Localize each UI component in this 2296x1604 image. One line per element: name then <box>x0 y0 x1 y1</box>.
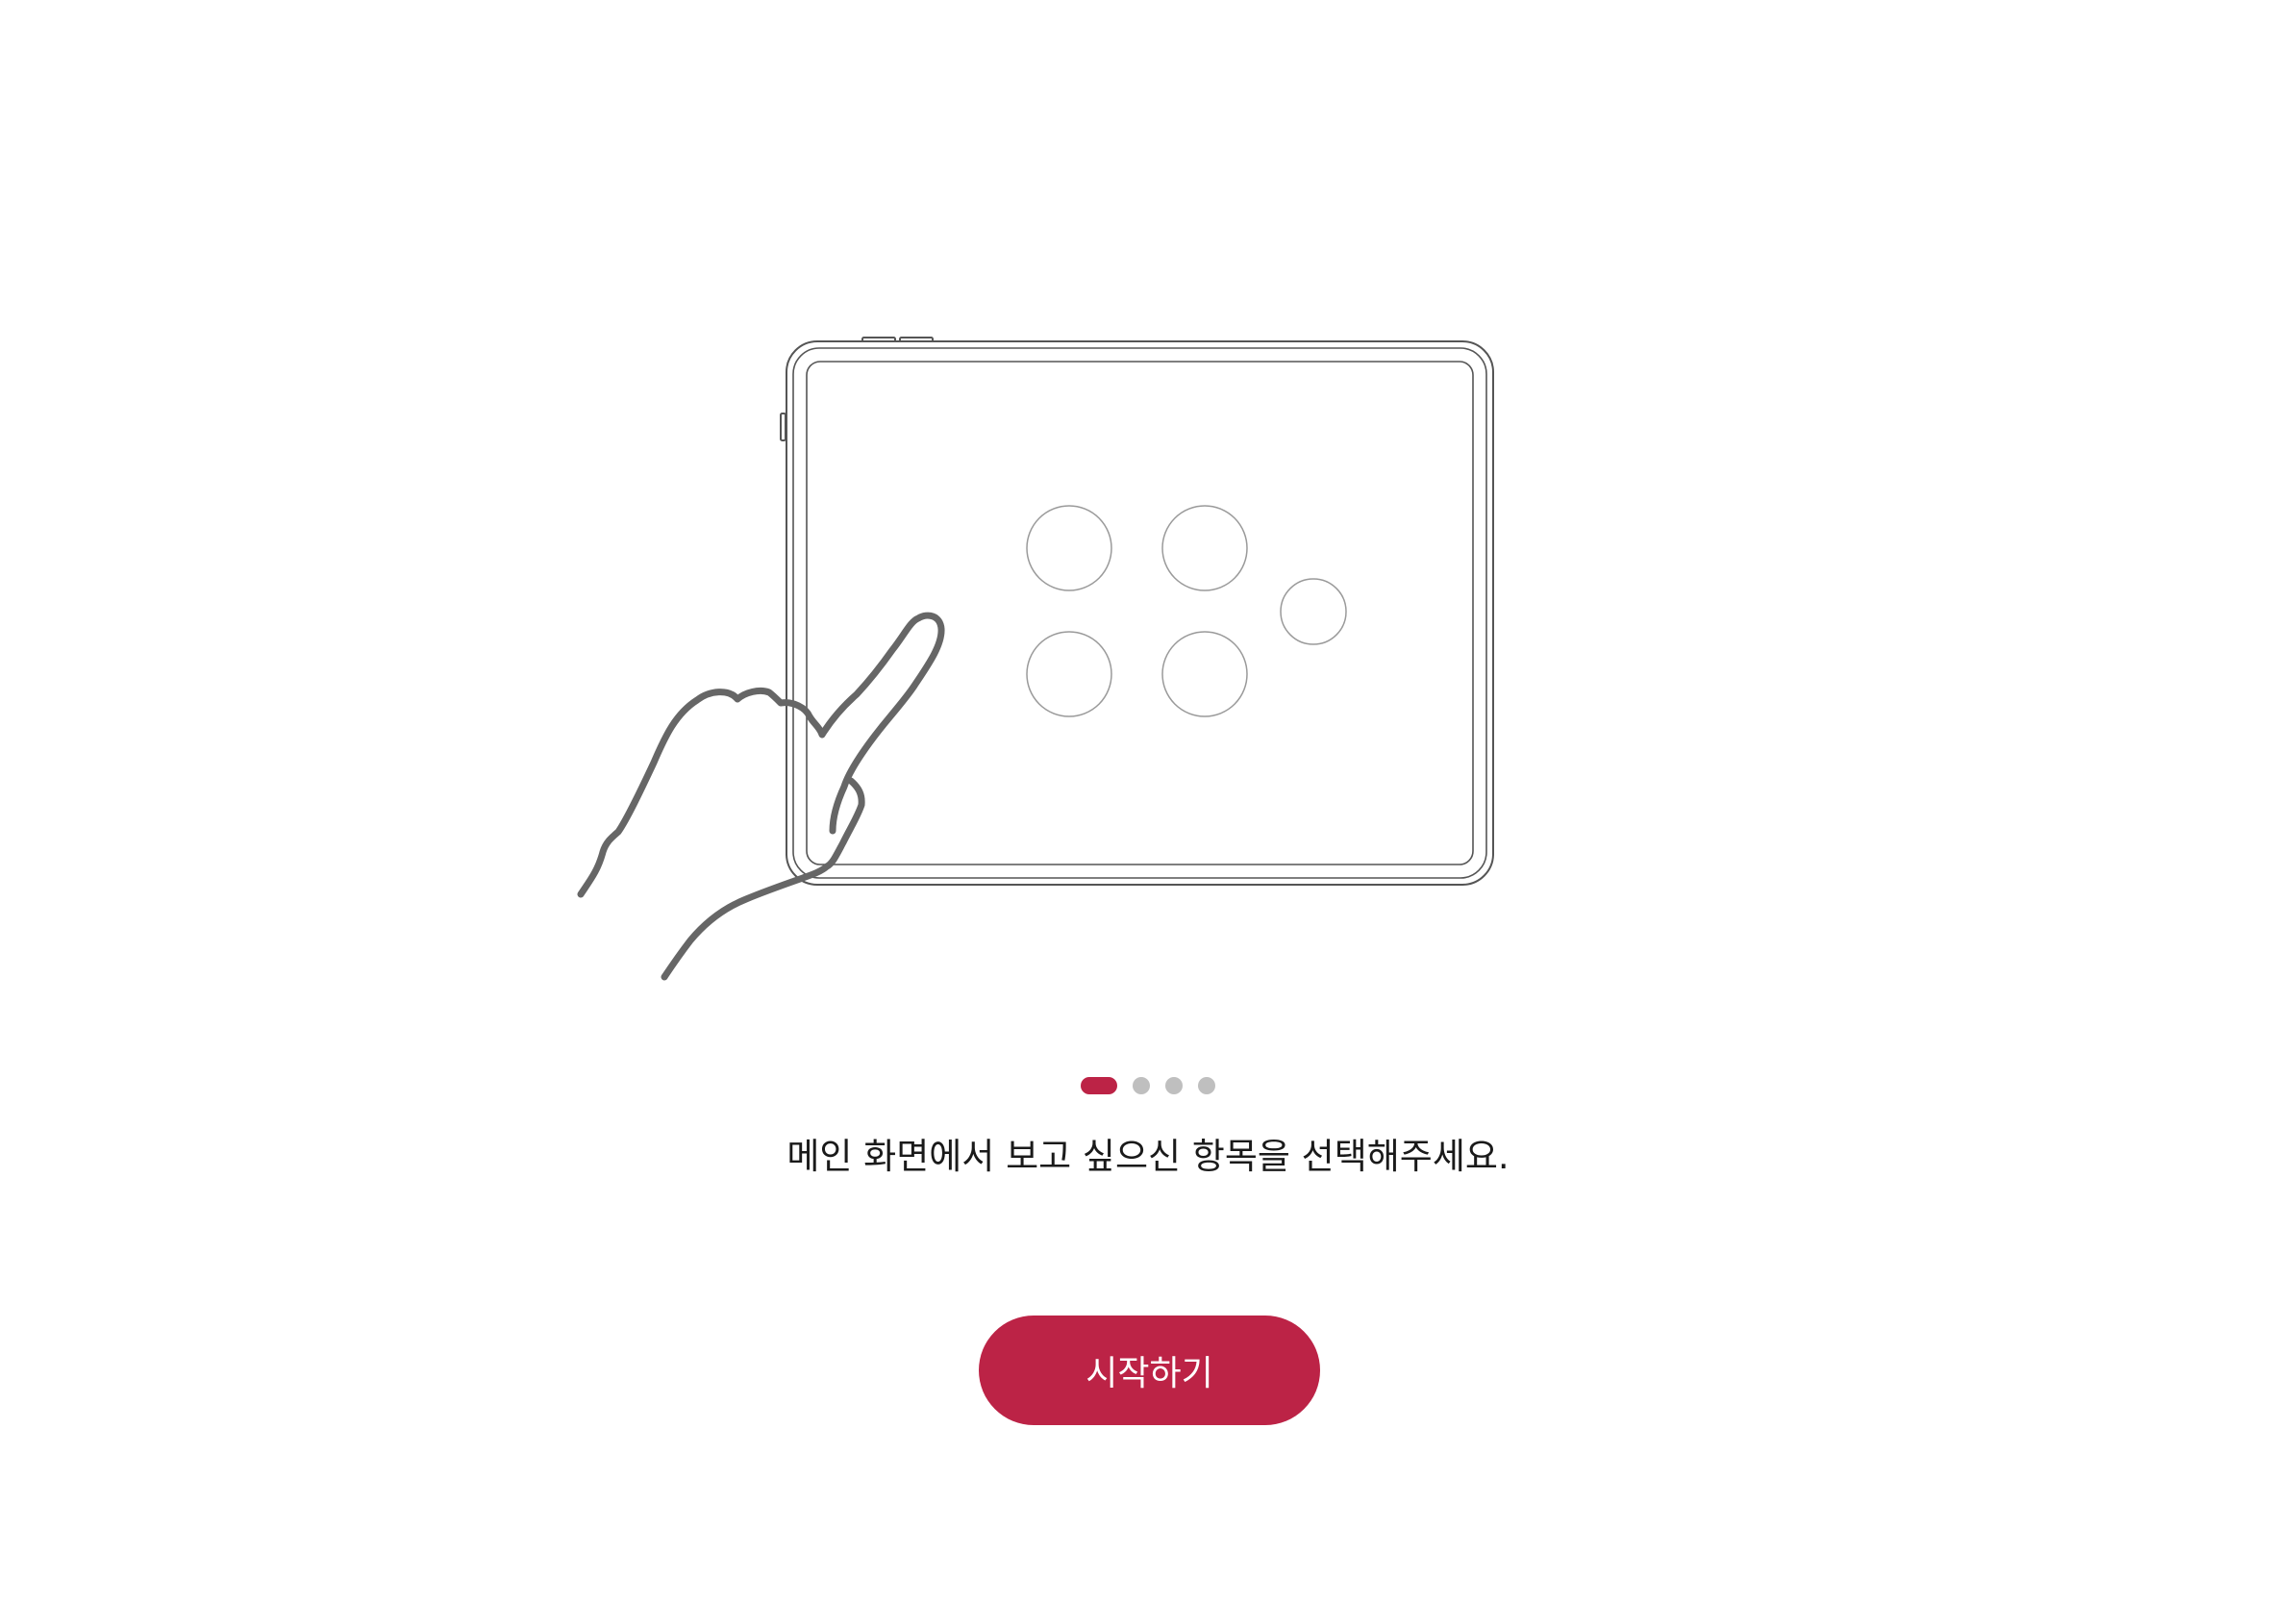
onboarding-screen: 메인 화면에서 보고 싶으신 항목을 선택해주세요. 시작하기 <box>0 0 2296 1604</box>
start-button[interactable]: 시작하기 <box>979 1316 1320 1425</box>
tablet-screen <box>806 361 1474 865</box>
start-button-label: 시작하기 <box>1086 1354 1213 1393</box>
onboarding-message: 메인 화면에서 보고 싶으신 항목을 선택해주세요. <box>786 1136 1510 1177</box>
page-indicator-dot-1[interactable] <box>1081 1077 1117 1094</box>
page-indicator <box>0 1074 2296 1097</box>
page-indicator-dot-2[interactable] <box>1133 1077 1150 1094</box>
tablet-icon <box>780 337 1494 886</box>
page-indicator-dot-4[interactable] <box>1198 1077 1215 1094</box>
tablet-touch-illustration <box>577 337 1494 981</box>
page-indicator-dot-3[interactable] <box>1165 1077 1183 1094</box>
tablet-side-button <box>780 413 786 441</box>
